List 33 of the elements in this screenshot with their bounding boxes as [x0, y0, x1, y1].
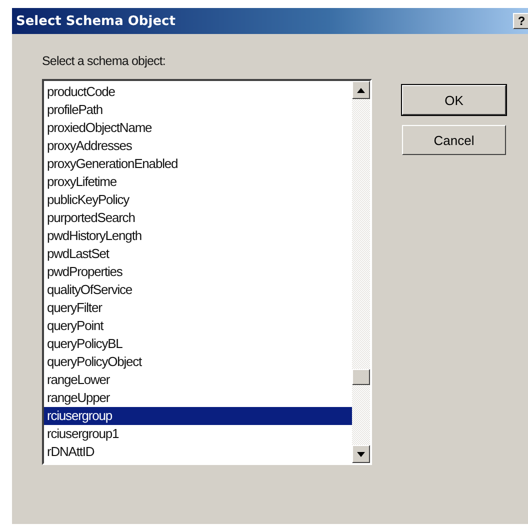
list-item[interactable]: proxiedObjectName: [44, 119, 352, 137]
down-arrow-icon: [357, 452, 365, 456]
list-item[interactable]: queryPolicyBL: [44, 335, 352, 353]
list-item[interactable]: pwdLastSet: [44, 245, 352, 263]
list-item[interactable]: qualityOfService: [44, 281, 352, 299]
list-item[interactable]: pwdHistoryLength: [44, 227, 352, 245]
scrollbar[interactable]: [352, 81, 370, 463]
list-item[interactable]: publicKeyPolicy: [44, 191, 352, 209]
list-item[interactable]: queryPolicyObject: [44, 353, 352, 371]
list-item[interactable]: rDNAttID: [44, 443, 352, 461]
list-item[interactable]: proxyLifetime: [44, 173, 352, 191]
list-label: Select a schema object:: [42, 54, 167, 68]
list-item[interactable]: profilePath: [44, 101, 352, 119]
up-arrow-icon: [357, 88, 365, 92]
scroll-down-button[interactable]: [352, 445, 370, 463]
scroll-thumb[interactable]: [352, 369, 370, 385]
list-item[interactable]: purportedSearch: [44, 209, 352, 227]
ok-button[interactable]: OK: [402, 85, 506, 115]
help-button[interactable]: ?: [513, 13, 528, 29]
list-item[interactable]: queryPoint: [44, 317, 352, 335]
list-box[interactable]: [42, 79, 372, 465]
window-title: Select Schema Object: [16, 14, 176, 28]
cancel-button[interactable]: Cancel: [402, 125, 506, 155]
list-item[interactable]: rangeLower: [44, 371, 352, 389]
list-item[interactable]: proxyGenerationEnabled: [44, 155, 352, 173]
list-item[interactable]: rciusergroup: [44, 407, 352, 425]
scroll-up-button[interactable]: [352, 81, 370, 99]
list-item[interactable]: proxyAddresses: [44, 137, 352, 155]
list-item[interactable]: rciusergroup1: [44, 425, 352, 443]
list-item[interactable]: queryFilter: [44, 299, 352, 317]
list-item[interactable]: pwdProperties: [44, 263, 352, 281]
list-item[interactable]: rangeUpper: [44, 389, 352, 407]
list-item[interactable]: productCode: [44, 83, 352, 101]
